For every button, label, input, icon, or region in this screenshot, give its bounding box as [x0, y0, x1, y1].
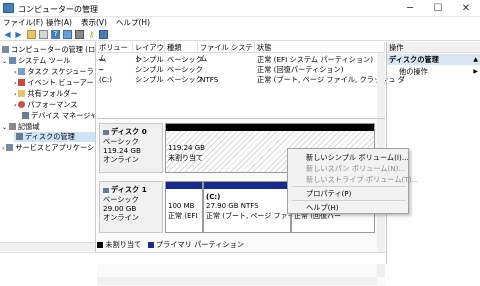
- disk-1-state: オンライン: [103, 213, 139, 222]
- legend-unallocated-swatch: [97, 242, 103, 248]
- close-button[interactable]: ✕: [452, 0, 480, 17]
- clock-icon: [18, 68, 26, 75]
- disk-1-label[interactable]: ディスク 1 ベーシック 29.00 GB オンライン: [99, 181, 163, 233]
- tree-horizontal-scrollbar[interactable]: [0, 242, 95, 251]
- volume-list-header: ボリューム レイアウト 種類 ファイル システム 状態: [97, 42, 385, 63]
- submenu-arrow-icon: ▶: [473, 68, 478, 75]
- tree-device-manager[interactable]: デバイス マネージャー: [22, 111, 95, 121]
- menu-separator: [292, 200, 406, 201]
- tree-task-scheduler[interactable]: › タスク スケジューラ: [14, 67, 94, 77]
- tree-disk-management[interactable]: ディスクの管理: [14, 132, 95, 142]
- primary-bar: [204, 182, 290, 189]
- toolbar: ◀ ▶ ? ⚷: [0, 28, 480, 41]
- menu-new-striped-volume[interactable]: 新しいストライプ ボリューム(T)...: [306, 175, 418, 185]
- app-icon: [3, 3, 14, 13]
- tree-event-viewer[interactable]: › イベント ビューアー: [14, 78, 94, 88]
- title-bar: コンピューターの管理 ─ ☐ ✕: [0, 0, 480, 17]
- status-bar: [0, 252, 386, 264]
- disk-0-size: 119.24 GB: [103, 146, 141, 155]
- legend-unallocated-label: 未割り当て: [105, 240, 142, 249]
- back-arrow-icon[interactable]: ◀: [3, 30, 12, 39]
- menu-action[interactable]: 操作(A): [46, 17, 72, 28]
- tree-root[interactable]: コンピューターの管理 (ロ: [2, 45, 95, 55]
- help-icon[interactable]: ?: [51, 30, 60, 39]
- up-folder-icon[interactable]: [27, 30, 36, 39]
- actions-more[interactable]: 他の操作 ▶: [387, 66, 480, 77]
- disk-icon: [103, 130, 109, 135]
- disk-0-state: オンライン: [103, 155, 139, 164]
- disk-management-pane: ボリューム レイアウト 種類 ファイル システム 状態 ━ シンプル ベーシック…: [97, 42, 405, 286]
- menu-separator: [292, 186, 406, 187]
- column-status[interactable]: 状態: [255, 42, 385, 53]
- navigation-tree: コンピューターの管理 (ロ ⌄ システム ツール › タスク スケジューラ › …: [0, 42, 96, 252]
- menu-help[interactable]: ヘルプ(H): [306, 203, 339, 213]
- partition-label: 正常 (EFI: [168, 212, 198, 220]
- volume-list-scrollbar[interactable]: [377, 53, 385, 118]
- column-type[interactable]: 種類: [165, 42, 198, 53]
- disk-1-name: ディスク 1: [103, 185, 147, 195]
- tree-performance[interactable]: › パフォーマンス: [14, 100, 77, 110]
- column-volume[interactable]: ボリューム: [97, 42, 133, 63]
- grid-icon[interactable]: [63, 30, 72, 39]
- collapse-up-icon: ▲: [473, 56, 478, 63]
- tree-services-apps[interactable]: › サービスとアプリケーション: [2, 143, 95, 153]
- collapse-icon[interactable]: ⌄: [2, 58, 9, 65]
- performance-icon: [18, 101, 26, 108]
- column-filesystem[interactable]: ファイル システム: [198, 42, 255, 63]
- column-layout[interactable]: レイアウト: [133, 42, 165, 63]
- tree-system-tools[interactable]: ⌄ システム ツール: [2, 56, 70, 66]
- volume-row[interactable]: (C:) シンプル ベーシック NTFS 正常 (ブート, ページ ファイル, …: [97, 75, 405, 85]
- key-icon[interactable]: ⚷: [87, 30, 96, 39]
- partition-size: 100 MB: [168, 202, 195, 210]
- partition-size: 27.90 GB NTFS: [206, 202, 259, 210]
- menu-help[interactable]: ヘルプ(H): [116, 17, 150, 28]
- disk-1-c-partition[interactable]: (C:) 27.90 GB NTFS 正常 (ブート, ページ ファイル: [203, 181, 291, 233]
- menu-new-simple-volume[interactable]: 新しいシンプル ボリューム(I)...: [306, 153, 409, 163]
- collapse-icon[interactable]: ⌄: [2, 124, 9, 131]
- partition-label: 正常 (ブート, ページ ファイル: [206, 212, 290, 220]
- disk-view-hscrollbar[interactable]: [97, 277, 377, 285]
- context-menu: 新しいシンプル ボリューム(I)... 新しいスパン ボリューム(N)... 新…: [287, 148, 418, 214]
- folder-icon: [18, 90, 26, 97]
- disk-icon: [103, 188, 109, 193]
- menu-file[interactable]: ファイル(F): [3, 17, 43, 28]
- disk-icon: [16, 133, 23, 140]
- tree-storage[interactable]: ⌄ 記憶域: [2, 122, 40, 132]
- legend-primary-label: プライマリ パーティション: [155, 240, 244, 249]
- tree-shared-folders[interactable]: › 共有フォルダー: [14, 89, 78, 99]
- computer-icon: [2, 46, 9, 53]
- disk-1-size: 29.00 GB: [103, 204, 137, 213]
- unallocated-bar: [166, 124, 374, 131]
- window-title: コンピューターの管理: [18, 5, 98, 14]
- list-icon[interactable]: [75, 30, 84, 39]
- actions-header: 操作: [387, 42, 480, 53]
- event-icon: [18, 79, 26, 86]
- legend-primary-swatch: [147, 242, 154, 248]
- partition-size: 119.24 GB: [168, 144, 205, 152]
- actions-section-disk-management[interactable]: ディスクの管理 ▲: [387, 54, 480, 65]
- disk-1-efi-partition[interactable]: 100 MB 正常 (EFI: [165, 181, 203, 233]
- menu-view[interactable]: 表示(V): [81, 17, 107, 28]
- volume-row[interactable]: ━ シンプル ベーシック 正常 (回復パーティション): [97, 65, 377, 75]
- disk-0-name: ディスク 0: [103, 127, 147, 137]
- partition-label: 未割り当て: [168, 154, 203, 162]
- primary-bar: [166, 182, 202, 189]
- menu-bar: ファイル(F) 操作(A) 表示(V) ヘルプ(H): [0, 17, 480, 28]
- forward-arrow-icon[interactable]: ▶: [14, 30, 23, 39]
- menu-new-spanned-volume[interactable]: 新しいスパン ボリューム(N)...: [306, 164, 405, 174]
- partition-title: (C:): [206, 193, 221, 201]
- menu-properties[interactable]: プロパティ(P): [306, 189, 351, 199]
- storage-icon: [8, 123, 16, 130]
- legend: 未割り当て プライマリ パーティション: [97, 240, 244, 250]
- maximize-button[interactable]: ☐: [424, 0, 452, 17]
- properties-icon[interactable]: [39, 30, 48, 39]
- volume-row[interactable]: ━ シンプル ベーシック 正常 (EFI システム パーティション): [97, 55, 377, 65]
- minimize-button[interactable]: ─: [396, 0, 424, 17]
- tools-icon: [8, 57, 16, 64]
- services-icon: [6, 144, 14, 151]
- disk-0-label[interactable]: ディスク 0 ベーシック 119.24 GB オンライン: [99, 123, 163, 173]
- wrench-icon[interactable]: [99, 30, 108, 39]
- device-icon: [22, 112, 29, 119]
